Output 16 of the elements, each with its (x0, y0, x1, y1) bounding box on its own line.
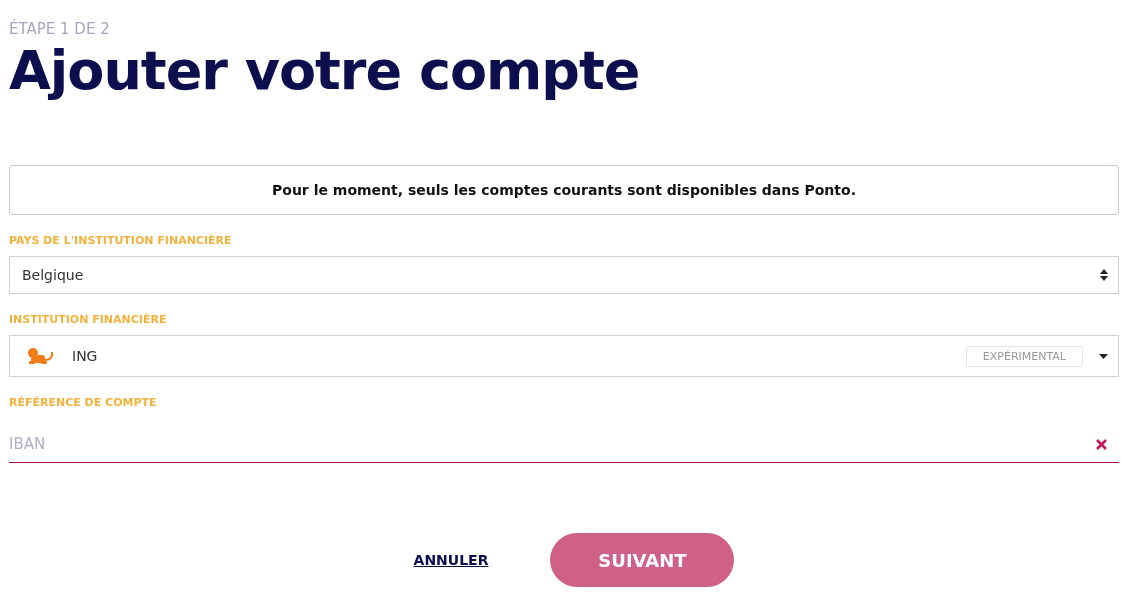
experimental-badge: EXPÉRIMENTAL (965, 345, 1083, 367)
next-button[interactable]: SUIVANT (550, 533, 735, 587)
country-select[interactable]: Belgique (9, 256, 1119, 294)
field-label: INSTITUTION FINANCIÈRE (9, 313, 168, 327)
field-label: PAYS DE L'INSTITUTION FINANCIÈRE (9, 234, 233, 248)
page-title: Ajouter votre compte (9, 38, 641, 104)
sort-icon (1100, 269, 1108, 281)
step-label: ÉTAPE 1 DE 2 (9, 20, 111, 38)
notice-banner: Pour le moment, seuls les comptes courants sont disponibles dans Ponto. (9, 165, 1119, 215)
iban-field[interactable]: IBAN (9, 426, 1119, 463)
cancel-link[interactable]: ANNULER (413, 552, 489, 568)
caret-icon (1099, 353, 1108, 359)
field-label: RÉFÉRENCE DE COMPTE (9, 396, 158, 410)
lion-icon (26, 347, 54, 365)
institution-select[interactable]: ING EXPÉRIMENTAL (9, 335, 1119, 377)
clear-icon[interactable] (1096, 439, 1107, 450)
